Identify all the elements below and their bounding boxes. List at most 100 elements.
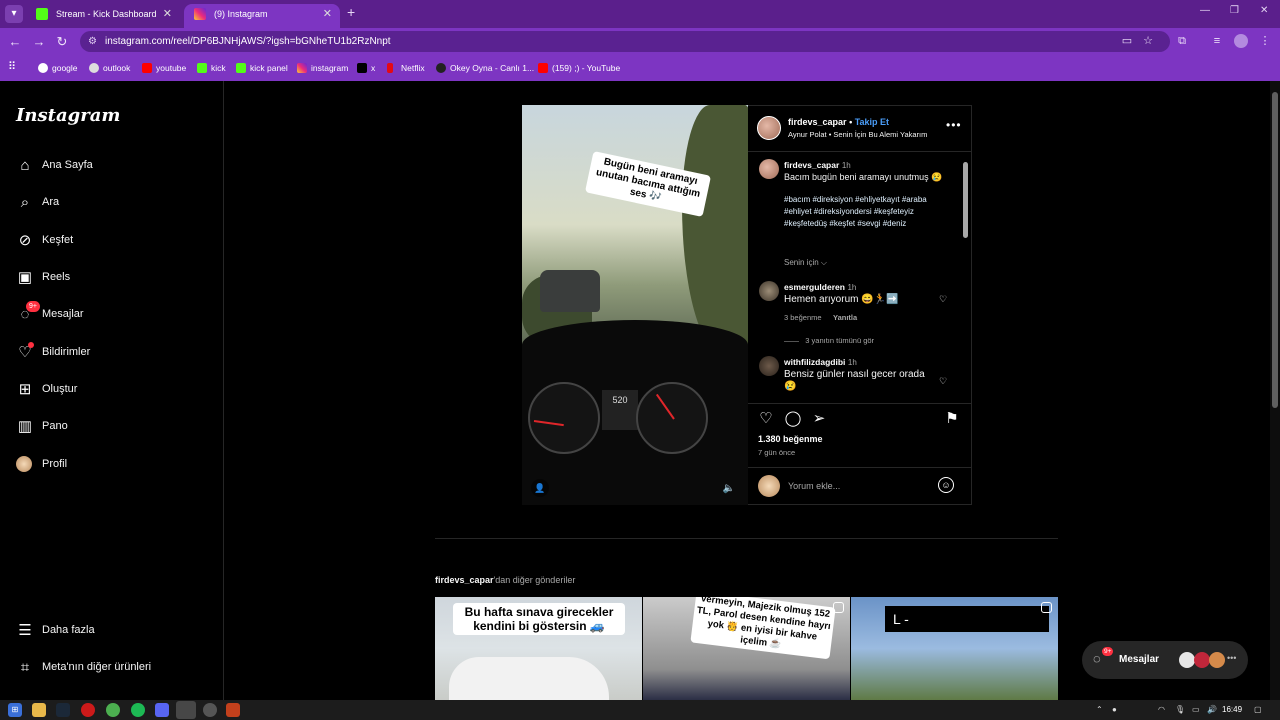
sidebar-item-create[interactable]: ⊞ Oluştur xyxy=(16,379,216,403)
forward-icon[interactable]: → xyxy=(30,33,48,51)
like-comment-icon[interactable]: ♡ xyxy=(939,376,947,387)
share-icon[interactable]: ➢ xyxy=(810,410,828,428)
post-thumbnail[interactable]: Vermeyin, Majezik olmuş 152 TL, Parol de… xyxy=(643,597,850,700)
tagged-user-icon[interactable]: 👤 xyxy=(531,479,549,497)
tab-kick-dashboard[interactable]: Stream - Kick Dashboard ✕ xyxy=(26,4,180,28)
translation-toggle[interactable]: Senin için ⌵ xyxy=(784,258,827,268)
tab-instagram[interactable]: (9) Instagram ✕ xyxy=(184,4,340,28)
close-tab-icon[interactable]: ✕ xyxy=(323,4,332,24)
bookmark-kick[interactable]: kick xyxy=(197,61,226,75)
commenter-avatar[interactable] xyxy=(759,281,779,301)
reload-icon[interactable]: ↻ xyxy=(53,33,71,51)
opera-icon[interactable] xyxy=(81,703,95,717)
sidebar-item-profile[interactable]: Profil xyxy=(16,454,216,478)
bookmark-google[interactable]: google xyxy=(38,61,78,75)
sidebar-item-explore[interactable]: ⊘ Keşfet xyxy=(16,230,216,254)
more-options-icon[interactable]: ••• xyxy=(946,118,962,132)
bookmark-okey[interactable]: Okey Oyna - Canlı 1... xyxy=(436,61,534,75)
sidebar-item-dashboard[interactable]: ▥ Pano xyxy=(16,416,216,440)
chrome-icon[interactable] xyxy=(106,703,120,717)
messages-floating-button[interactable]: ◌ 9+ Mesajlar ••• xyxy=(1082,641,1248,679)
sidebar-item-more[interactable]: ☰ Daha fazla xyxy=(16,620,216,644)
sidebar-item-messages[interactable]: ◌ 9+ Mesajlar xyxy=(16,301,216,328)
minimize-button[interactable]: — xyxy=(1200,5,1210,16)
hashtags[interactable]: #bacım #direksiyon #ehliyetkayıt #araba … xyxy=(784,194,954,230)
chrome-active-icon[interactable] xyxy=(176,701,196,719)
bookmark-x[interactable]: x xyxy=(357,61,375,75)
steam-icon[interactable] xyxy=(56,703,70,717)
notification-icon[interactable]: ▢ xyxy=(1254,705,1262,714)
follow-button[interactable]: Takip Et xyxy=(855,117,889,127)
sidebar-item-reels[interactable]: ▣ Reels xyxy=(16,267,216,291)
bookmark-youtube-159[interactable]: (159) ;) - YouTube xyxy=(538,61,620,75)
reply-button[interactable]: Yanıtla xyxy=(833,313,857,322)
sidebar-item-notifications[interactable]: ♡ Bildirimler xyxy=(16,342,216,366)
close-window-button[interactable]: ✕ xyxy=(1260,5,1268,16)
page-scrollbar-thumb[interactable] xyxy=(1272,92,1278,408)
reading-list-icon[interactable]: ≡ xyxy=(1210,34,1224,48)
new-tab-button[interactable]: + xyxy=(347,4,355,20)
clock[interactable]: 16:49 xyxy=(1222,705,1242,714)
post-thumbnail[interactable]: L - xyxy=(851,597,1058,700)
file-explorer-icon[interactable] xyxy=(32,703,46,717)
bookmark-outlook[interactable]: outlook xyxy=(89,61,130,75)
volume-icon[interactable]: 🔈 xyxy=(720,480,738,498)
tray-chevron-icon[interactable]: ⌃ xyxy=(1096,705,1103,714)
back-icon[interactable]: ← xyxy=(6,33,24,51)
comment-likes[interactable]: 3 beğenme xyxy=(784,313,822,322)
address-bar[interactable]: ⚙ instagram.com/reel/DP6BJNHjAWS/?igsh=b… xyxy=(80,31,1170,52)
bookmark-netflix[interactable]: Netflix xyxy=(387,61,425,75)
comment-username[interactable]: firdevs_capar xyxy=(784,160,839,170)
commenter-avatar[interactable] xyxy=(759,356,779,376)
author-username[interactable]: firdevs_capar xyxy=(788,117,847,127)
sidebar-item-search[interactable]: ⌕ Ara xyxy=(16,192,216,216)
tray-app-icon[interactable]: ● xyxy=(1112,705,1117,714)
view-replies-button[interactable]: —— 3 yanıtın tümünü gör xyxy=(784,336,874,345)
apps-grid-icon[interactable]: ⠿ xyxy=(8,61,20,73)
comment-input[interactable]: Yorum ekle... xyxy=(788,481,840,491)
sidebar-item-home[interactable]: ⌂ Ana Sayfa xyxy=(16,155,216,179)
like-count[interactable]: 1.380 beğenme xyxy=(758,434,823,444)
emoji-icon[interactable]: ☺ xyxy=(938,477,954,493)
bookmark-instagram[interactable]: instagram xyxy=(297,61,348,75)
caption-text: Bacım bugün beni aramayı unutmuş 😢 xyxy=(784,172,943,182)
comment-time: 1h xyxy=(847,358,857,367)
extensions-icon[interactable]: ⧉ xyxy=(1175,34,1189,48)
post-thumbnail[interactable]: Bu hafta sınava girecekler kendini bi gö… xyxy=(435,597,642,700)
bookmark-youtube[interactable]: youtube xyxy=(142,61,186,75)
reel-video[interactable]: 520 Bugün beni aramayı unutan bacıma att… xyxy=(522,105,748,505)
like-comment-icon[interactable]: ♡ xyxy=(939,294,947,305)
comment-username[interactable]: esmergulderen xyxy=(784,282,845,292)
discord-icon[interactable] xyxy=(155,703,169,717)
restore-button[interactable]: ❐ xyxy=(1230,5,1239,16)
author-avatar[interactable] xyxy=(759,159,779,179)
spotify-icon[interactable] xyxy=(131,703,145,717)
profile-icon[interactable] xyxy=(1234,34,1248,48)
start-icon[interactable]: ⊞ xyxy=(8,703,22,717)
tab-search-button[interactable]: ▾ xyxy=(5,5,23,23)
comment-username[interactable]: withfilizdagdibi xyxy=(784,357,845,367)
network-icon[interactable]: ▭ xyxy=(1192,705,1200,714)
more-posts-username[interactable]: firdevs_capar xyxy=(435,575,494,585)
bookmark-kick-panel[interactable]: kick panel xyxy=(236,61,288,75)
post-header: firdevs_capar • Takip Et xyxy=(788,117,890,127)
cast-icon[interactable]: ▭ xyxy=(1120,34,1134,48)
comments-scrollbar[interactable] xyxy=(963,162,968,238)
like-icon[interactable]: ♡ xyxy=(757,410,775,428)
save-icon[interactable]: ⚑ xyxy=(943,410,961,428)
instagram-logo[interactable]: Instagram xyxy=(16,105,120,126)
obs-icon[interactable] xyxy=(203,703,217,717)
wifi-icon[interactable]: ◠ xyxy=(1158,705,1165,714)
audio-label[interactable]: Aynur Polat • Senin İçin Bu Alemi Yakarı… xyxy=(788,130,927,139)
menu-dots-icon[interactable]: ⋮ xyxy=(1258,34,1272,48)
close-tab-icon[interactable]: ✕ xyxy=(163,4,172,24)
site-info-icon[interactable]: ⚙ xyxy=(88,31,97,52)
bookmark-star-icon[interactable]: ☆ xyxy=(1141,34,1155,48)
author-avatar[interactable] xyxy=(757,116,781,140)
sidebar-item-meta[interactable]: ⌗ Meta'nın diğer ürünleri xyxy=(16,657,216,681)
app-icon[interactable] xyxy=(226,703,240,717)
comment-icon[interactable]: ◯ xyxy=(784,410,802,428)
volume-tray-icon[interactable]: 🔊 xyxy=(1207,705,1217,714)
taskbar: ⊞ ⌃ ● ◠ 🎙 ▭ 🔊 16:49 ▢ xyxy=(0,700,1280,720)
mic-icon[interactable]: 🎙 xyxy=(1175,705,1185,714)
